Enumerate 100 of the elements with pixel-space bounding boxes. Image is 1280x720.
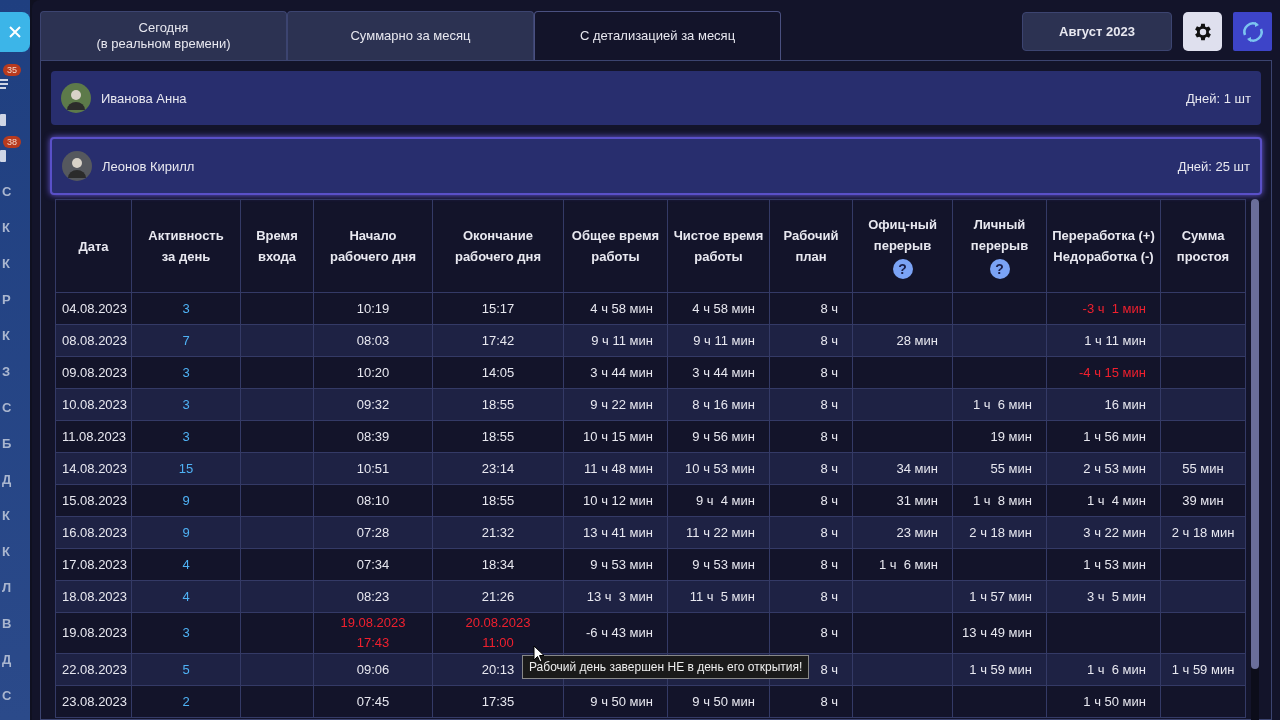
table-cell: 8 ч (820, 428, 838, 444)
table-cell: 1 ч 59 мин (1171, 661, 1235, 677)
table-cell: 09:06 (356, 661, 390, 677)
table-cell: 13 ч 3 мин (586, 588, 653, 604)
table-cell: 15.08.2023 (62, 492, 128, 508)
table-cell: 17:42 (481, 332, 515, 348)
table-cell: 14.08.2023 (62, 460, 128, 476)
table-cell: 1 ч 11 мин (1084, 332, 1146, 348)
table-cell: 2 ч 53 мин (1083, 460, 1146, 476)
column-header: Офиц-ный перерыв (868, 215, 937, 255)
nav-item[interactable]: Д (2, 462, 12, 498)
table-cell: 3 ч 44 мин (590, 364, 653, 380)
nav-item[interactable]: З (2, 354, 11, 390)
table-cell: 8 ч (820, 693, 838, 709)
employee-row[interactable]: Иванова Анна Дней: 1 шт (51, 71, 1261, 125)
table-cell: 39 мин (1182, 492, 1224, 508)
count-badge: 38 (3, 136, 21, 148)
table-cell: 1 ч 57 мин (969, 588, 1032, 604)
tab[interactable]: Суммарно за месяц (287, 11, 534, 60)
table-cell: 7 (182, 332, 190, 348)
nav-item[interactable]: С (2, 174, 12, 210)
nav-item[interactable]: К (2, 210, 10, 246)
nav-item[interactable]: Л (2, 570, 12, 606)
table-cell: 9 ч 11 мин (591, 332, 653, 348)
table-cell: 21:26 (481, 588, 515, 604)
avatar (61, 83, 91, 113)
table-cell: 3 (182, 428, 190, 444)
nav-item[interactable]: К (2, 498, 10, 534)
menu-icon[interactable] (0, 78, 8, 90)
nav-item[interactable]: Д (2, 642, 12, 678)
count-badge: 35 (3, 64, 21, 76)
table-cell: 3 (182, 625, 190, 640)
table-cell: 1 ч 4 мин (1086, 492, 1146, 508)
tooltip: Рабочий день завершен НЕ в день его открытия! (522, 655, 810, 679)
nav-item[interactable]: К (2, 534, 10, 570)
scrollbar-thumb[interactable] (1251, 199, 1259, 669)
nav-item[interactable]: К (2, 246, 10, 282)
month-button[interactable]: Август 2023 (1022, 12, 1172, 51)
table-cell: 07:34 (356, 556, 390, 572)
close-button[interactable] (0, 12, 30, 52)
table-cell: 9 (182, 492, 190, 508)
table-cell: 8 ч (820, 556, 838, 572)
table-cell: 4 ч 58 мин (590, 300, 653, 316)
table-cell: 17:35 (481, 693, 515, 709)
table-cell: 8 ч (820, 524, 838, 540)
table-cell: 8 ч (820, 460, 838, 476)
table-cell: 4 (182, 588, 190, 604)
employee-row[interactable]: Леонов Кирилл Дней: 25 шт (50, 137, 1262, 195)
table-cell: 18:55 (481, 428, 515, 444)
table-cell: 17.08.2023 (62, 556, 128, 572)
table-cell: 55 мин (990, 460, 1032, 476)
table-cell: 2 ч 18 мин (969, 524, 1032, 540)
table-cell: 3 ч 44 мин (692, 364, 755, 380)
table-cell: 34 мин (896, 460, 938, 476)
table-cell: -3 ч 1 мин (1082, 300, 1146, 316)
table-cell: 9 ч 53 мин (692, 556, 755, 572)
nav-item[interactable]: К (2, 318, 10, 354)
help-icon[interactable]: ? (892, 258, 913, 279)
table-cell: 23.08.2023 (62, 693, 128, 709)
nav-item[interactable]: Б (2, 426, 12, 462)
table-cell: 9 (182, 524, 190, 540)
table-cell: 18:34 (481, 556, 515, 572)
table-cell: 1 ч 6 мин (878, 556, 938, 572)
table-cell: 11 ч 48 мин (584, 460, 653, 476)
table-cell: 8 ч (820, 492, 838, 508)
table-cell: 08:39 (356, 428, 390, 444)
table-cell: 9 ч 22 мин (590, 396, 653, 412)
nav-item[interactable]: В (2, 606, 12, 642)
table-cell: 1 ч 8 мин (972, 492, 1032, 508)
tab[interactable]: С детализацией за месяц (534, 11, 781, 60)
table-cell: 13 ч 49 мин (962, 625, 1032, 640)
column-header: Окончание рабочего дня (454, 227, 542, 266)
employee-name: Леонов Кирилл (102, 158, 196, 174)
table-cell: 10:20 (356, 364, 390, 380)
table-cell: 1 ч 6 мин (1086, 661, 1146, 677)
table-cell: 1 ч 59 мин (969, 661, 1032, 677)
table-cell: 23:14 (481, 460, 515, 476)
refresh-button[interactable] (1233, 12, 1272, 51)
help-icon[interactable]: ? (989, 258, 1010, 279)
tab[interactable]: Сегодня (в реальном времени) (40, 11, 287, 60)
settings-button[interactable] (1183, 12, 1222, 51)
column-header: Рабочий план (783, 227, 839, 266)
table-cell: 15:17 (481, 300, 515, 316)
nav-item[interactable]: С (2, 678, 12, 714)
table-cell: 09.08.2023 (62, 364, 128, 380)
table-cell: 18:55 (481, 492, 515, 508)
column-header: Сумма простоя (1176, 227, 1230, 266)
table-cell: 9 ч 50 мин (590, 693, 653, 709)
table-cell: 9 ч 4 мин (695, 492, 755, 508)
table-cell: 09:32 (356, 396, 390, 412)
table-cell: 8 ч (820, 625, 838, 640)
table-cell: 4 (182, 556, 190, 572)
table-cell: 2 ч 18 мин (1171, 524, 1235, 540)
table-cell: 8 ч (820, 332, 838, 348)
nav-item[interactable]: Р (2, 282, 11, 318)
table-cell: 16 мин (1104, 396, 1146, 412)
table-cell: 19 мин (990, 428, 1032, 444)
nav-item[interactable]: С (2, 390, 12, 426)
table-cell: 3 ч 22 мин (1083, 524, 1146, 540)
table-cell: 10 ч 15 мин (583, 428, 653, 444)
